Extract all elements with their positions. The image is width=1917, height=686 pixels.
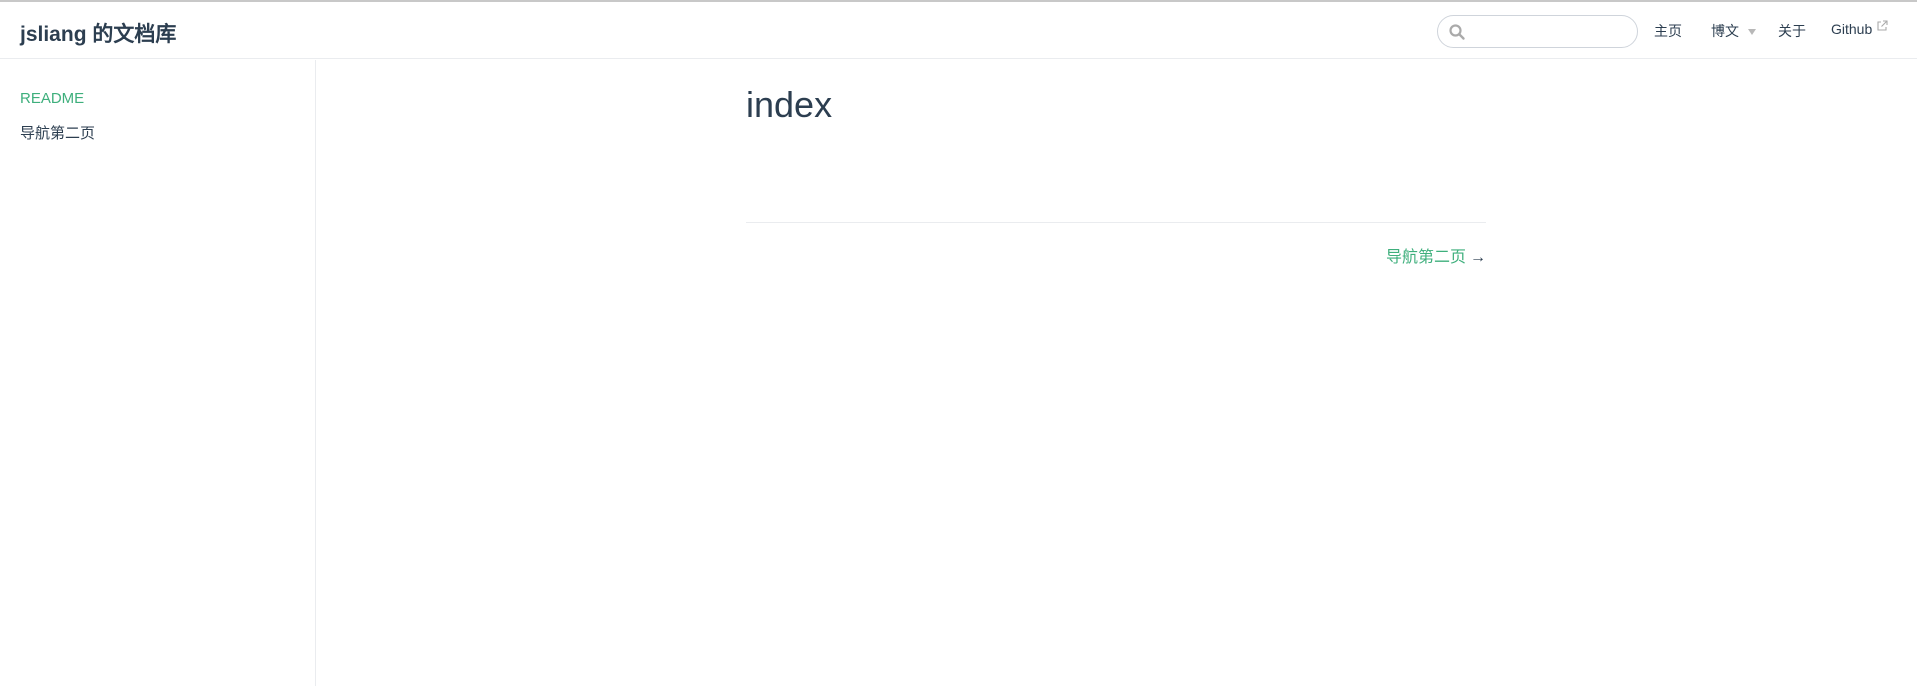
nav-home-label: 主页 xyxy=(1654,23,1682,39)
nav-blog-dropdown[interactable]: 博文 xyxy=(1711,21,1756,41)
nav-github[interactable]: Github xyxy=(1831,20,1888,37)
chevron-down-icon xyxy=(1748,29,1756,35)
search-icon xyxy=(1449,24,1465,40)
nav-github-label: Github xyxy=(1831,21,1873,37)
nav-blog-label: 博文 xyxy=(1711,23,1739,39)
site-title[interactable]: jsliang 的文档库 xyxy=(20,18,176,48)
sidebar-item-nav-second-page[interactable]: 导航第二页 xyxy=(20,122,95,143)
nav-about[interactable]: 关于 xyxy=(1778,21,1806,41)
navbar: jsliang 的文档库 主页 博文 关于 Github xyxy=(0,2,1917,59)
sidebar: README 导航第二页 xyxy=(0,60,316,686)
external-link-icon xyxy=(1877,20,1888,31)
arrow-right-icon: → xyxy=(1470,249,1486,266)
sidebar-item-readme[interactable]: README xyxy=(20,90,84,107)
nav-about-label: 关于 xyxy=(1778,23,1806,39)
page-title: index xyxy=(746,84,833,125)
next-page-link[interactable]: 导航第二页 → xyxy=(1386,243,1486,267)
nav-home[interactable]: 主页 xyxy=(1654,21,1682,41)
page-divider xyxy=(746,222,1486,223)
search-box[interactable] xyxy=(1437,15,1638,48)
search-input[interactable] xyxy=(1470,20,1630,44)
next-page-label: 导航第二页 xyxy=(1385,249,1466,266)
